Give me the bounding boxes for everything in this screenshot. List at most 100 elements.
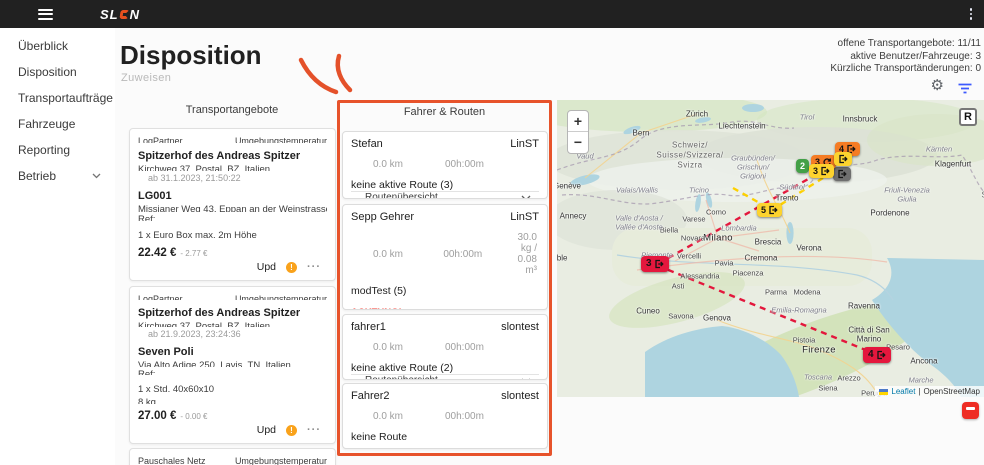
pickup-address: Kirchweg 37, Postal, BZ, Italien: [138, 321, 327, 328]
driver-org: slontest: [501, 321, 539, 333]
route-name: modTest (5): [351, 285, 539, 297]
driver-org: LinST: [510, 211, 539, 223]
upd-label: Upd: [257, 424, 276, 436]
pickup-time: ab 31.1.2023, 21:50:22: [148, 173, 327, 183]
transport-partner: LogPartner: [138, 294, 183, 300]
ukraine-flag-icon: [879, 389, 888, 395]
logo-text-post: N: [130, 7, 140, 22]
driver-card-fahrer2[interactable]: Fahrer2 slontest 0.0 km00h:00m keine Rout…: [342, 383, 548, 449]
pickup-address: Kirchweg 37, Postal, BZ, Italien: [138, 164, 327, 171]
header-stats: offene Transportangebote: 11/11 aktive B…: [830, 38, 981, 76]
chevron-down-icon: [521, 195, 531, 200]
drivers-column-title: Fahrer & Routen: [340, 106, 549, 118]
cargo-line: 1 x Euro Box max. 2m Höhe: [138, 230, 327, 241]
pickup-time: ab 21.9.2023, 23:24:36: [148, 329, 327, 339]
hamburger-menu-icon[interactable]: [38, 9, 53, 20]
update-warning-badge-icon: !: [286, 262, 297, 273]
route-status: keine aktive Route (3): [351, 179, 539, 191]
marker-count: 5: [761, 205, 766, 215]
driver-name: Sepp Gehrer: [351, 211, 414, 223]
driver-km: 0.0 km: [373, 249, 443, 260]
price-extra: - 0.00 €: [180, 412, 207, 421]
marker-count: 3: [646, 259, 652, 269]
logo-o-icon: [119, 10, 129, 19]
transport-partner: Pauschales Netz: [138, 456, 206, 465]
assign-button[interactable]: Zuweisen: [121, 72, 171, 84]
driver-org: slontest: [501, 390, 539, 402]
sidebar-item-betrieb[interactable]: Betrieb: [0, 163, 115, 189]
feedback-chat-button[interactable]: [962, 402, 979, 419]
price: 27.00 €- 0.00 €: [138, 410, 327, 422]
zoom-in-button[interactable]: +: [568, 111, 588, 132]
openstreetmap-link[interactable]: OpenStreetMap: [924, 387, 980, 396]
marker-count: 2: [800, 161, 805, 171]
map-marker[interactable]: 3: [809, 164, 834, 178]
filter-icon[interactable]: [958, 81, 972, 99]
stat-active-users: aktive Benutzer/Fahrzeuge: 3: [830, 51, 981, 64]
sidebar-item-transportauftraege[interactable]: Transportaufträge: [0, 85, 115, 111]
stat-recent-changes: Kürzliche Transportänderungen: 0: [830, 63, 981, 76]
leaflet-link[interactable]: Leaflet: [891, 387, 915, 396]
logo-text-pre: SL: [100, 7, 119, 22]
transport-temp-label: Umgebungstemperatur: [235, 294, 327, 300]
logout-icon: [876, 350, 886, 360]
chat-bar-icon: [966, 407, 975, 410]
transport-card-partial[interactable]: Pauschales Netz Umgebungstemperatur: [129, 448, 336, 465]
map-marker[interactable]: [833, 167, 851, 181]
logout-icon: [768, 205, 778, 215]
dropoff-name: Seven Poli: [138, 346, 327, 358]
map-marker[interactable]: 2: [796, 159, 809, 173]
cargo-weight: 8 kg: [138, 397, 327, 404]
driver-name: Fahrer2: [351, 390, 390, 402]
settings-gear-icon[interactable]: ⚙: [931, 78, 944, 93]
route-status: keine Route: [351, 431, 539, 443]
driver-time: 00h:00m: [443, 249, 517, 260]
reference-label: Ref:: [138, 214, 327, 221]
logout-icon: [820, 166, 830, 176]
more-menu-icon[interactable]: ···: [307, 261, 321, 273]
marker-count: 4: [868, 350, 874, 360]
transport-card[interactable]: LogPartner Umgebungstemperatur Spitzerho…: [129, 128, 336, 281]
map-reset-button[interactable]: R: [959, 108, 977, 126]
driver-km: 0.0 km: [373, 342, 445, 353]
sidebar-item-disposition[interactable]: Disposition: [0, 59, 115, 85]
price-extra: - 2.77 €: [180, 249, 207, 258]
driver-card-stefan[interactable]: StefanLinST 0.0 km00h:00m keine aktive R…: [342, 131, 548, 199]
logout-icon: [838, 154, 848, 164]
map-marker[interactable]: 4: [863, 347, 891, 363]
kebab-menu-icon[interactable]: [970, 8, 973, 20]
transport-temp-label: Umgebungstemperatur: [235, 136, 327, 143]
driver-card-fahrer1[interactable]: fahrer1slontest 0.0 km00h:00m keine akti…: [342, 314, 548, 380]
map-marker[interactable]: 3: [641, 256, 669, 272]
transport-partner: LogPartner: [138, 136, 183, 143]
dropoff-name: LG001: [138, 190, 327, 202]
upd-label: Upd: [257, 261, 276, 273]
sidebar-item-ueberblick[interactable]: Überblick: [0, 33, 115, 59]
logout-icon: [837, 169, 847, 179]
driver-name: fahrer1: [351, 321, 386, 333]
top-app-bar: SL N: [0, 0, 984, 28]
more-menu-icon[interactable]: ···: [307, 424, 321, 436]
driver-org: LinST: [510, 138, 539, 150]
route-overview-dropdown[interactable]: Routenübersicht: [351, 374, 539, 380]
transport-column-title: Transportangebote: [128, 104, 336, 116]
transport-temp-label: Umgebungstemperatur: [235, 456, 327, 465]
driver-time: 00h:00m: [445, 342, 521, 353]
driver-km: 0.0 km: [373, 411, 445, 422]
map-zoom-control: + −: [567, 110, 589, 154]
map-attribution: Leaflet | OpenStreetMap: [875, 386, 984, 397]
driver-time: 00h:00m: [445, 411, 521, 422]
chevron-down-icon: [92, 173, 101, 179]
driver-card-sepp-gehrer[interactable]: Sepp GehrerLinST 0.0 km00h:00m30.0 kg / …: [342, 204, 548, 310]
pickup-name: Spitzerhof des Andreas Spitzer: [138, 307, 327, 319]
sidebar-item-fahrzeuge[interactable]: Fahrzeuge: [0, 111, 115, 137]
dropoff-address: Missianer Weg 43, Eppan an der Weinstras…: [138, 204, 327, 211]
transport-card[interactable]: LogPartner Umgebungstemperatur Spitzerho…: [129, 286, 336, 444]
route-overview-dropdown[interactable]: Routenübersicht: [351, 191, 539, 199]
zoom-out-button[interactable]: −: [568, 132, 588, 153]
logout-icon: [654, 259, 664, 269]
map-marker[interactable]: 5: [757, 203, 782, 217]
map-marker[interactable]: [834, 152, 852, 166]
sidebar-item-reporting[interactable]: Reporting: [0, 137, 115, 163]
leaflet-map[interactable]: ZürichBernLiechtensteinSchweiz/Suisse/Sv…: [557, 100, 984, 397]
